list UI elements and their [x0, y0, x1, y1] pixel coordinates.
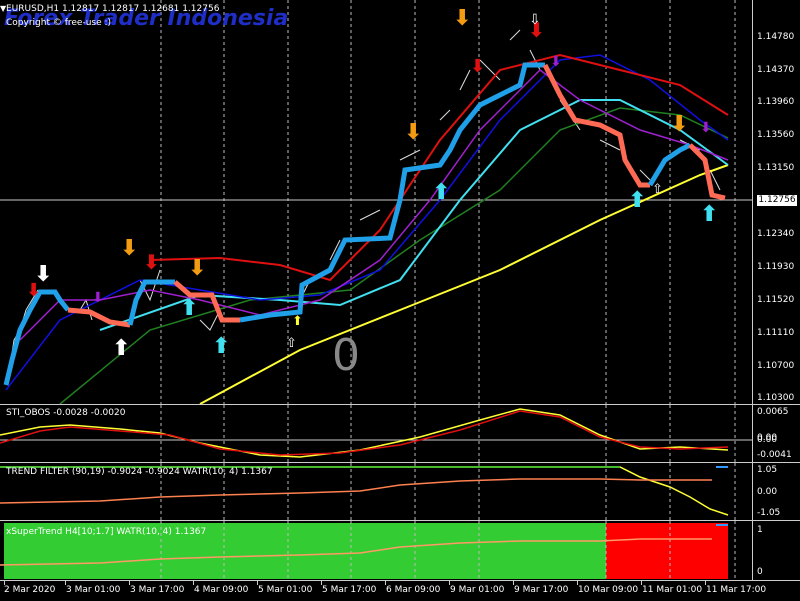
arrow-up-icon: ⬆ [212, 334, 231, 359]
arrow-down-icon: ⬇ [92, 290, 104, 306]
scale-label: -1.05 [757, 508, 781, 518]
sti-obos-pane[interactable]: STI_OBOS -0.0028 -0.0020 [0, 404, 752, 463]
price-label: 1.14370 [757, 65, 795, 75]
arrow-down-icon: ⬇ [700, 120, 712, 136]
price-label: 1.10300 [757, 393, 795, 403]
price-label: 1.13150 [757, 163, 795, 173]
arrow-down-icon: ⬇ [550, 54, 562, 70]
price-label: 1.11110 [757, 328, 795, 338]
price-label: 1.12340 [757, 229, 795, 239]
arrow-down-icon: ⇩ [529, 12, 541, 28]
ma-green-line [59, 107, 729, 404]
time-label: 9 Mar 17:00 [514, 585, 569, 595]
scale-label: 0.0065 [757, 407, 789, 417]
arrow-down-icon: ⬇ [470, 56, 486, 77]
zero-label: 0 [332, 330, 360, 381]
arrow-up-icon: ⇧ [286, 336, 297, 351]
stairs-down-line [67, 307, 131, 328]
time-label: 10 Mar 09:00 [578, 585, 639, 595]
price-label: 1.11520 [757, 295, 795, 305]
price-label: 1.11930 [757, 262, 795, 272]
arrow-down-icon: ⬇ [143, 250, 160, 274]
stairs-up-line [3, 289, 70, 386]
scale-label: 0 [757, 567, 763, 577]
watr-line [0, 478, 712, 504]
time-label: 11 Mar 01:00 [642, 585, 703, 595]
time-axis[interactable]: 2 Mar 2020 3 Mar 01:00 3 Mar 17:00 4 Mar… [0, 580, 800, 601]
time-label: 3 Mar 17:00 [130, 585, 185, 595]
supertrend-title: xSuperTrend H4[10;1.7] WATR(10, 4) 1.136… [6, 527, 207, 537]
arrow-up-icon: ⬆ [180, 296, 199, 321]
arrow-up-icon: ⬆ [112, 336, 131, 361]
main-chart-pane[interactable]: ⬇ ⬇ ⬇ ⬇ ⬇ ⬇ ⬆ ⬆ ⬆ ⬆ ⇧ ⬇ ⬆ ⬇ ⬇ ⬇ ⇩ ⬇ ⬆ ⇧ … [0, 0, 752, 404]
arrow-up-icon: ⬆ [628, 188, 647, 213]
trend-filter-pane[interactable]: TREND FILTER (90,19) -0.9024 -0.9024 WAT… [0, 462, 752, 521]
price-label: 1.13960 [757, 97, 795, 107]
time-label: 3 Mar 01:00 [66, 585, 121, 595]
current-price-tag: 1.12756 [757, 195, 797, 206]
time-label: 5 Mar 01:00 [258, 585, 313, 595]
arrow-down-icon: ⬇ [120, 236, 139, 261]
price-label: 1.13560 [757, 130, 795, 140]
trend-filter-scale[interactable]: 1.05 0.00 -1.05 [752, 462, 800, 520]
arrow-down-icon: ⬇ [404, 120, 423, 145]
scale-label: 0.00 [757, 435, 778, 445]
time-label: 4 Mar 09:00 [194, 585, 249, 595]
arrow-up-icon: ⬆ [432, 180, 451, 205]
arrow-down-icon: ⬇ [188, 256, 207, 281]
arrow-down-icon: ⬇ [453, 6, 472, 31]
arrow-down-icon: ⬇ [670, 112, 689, 137]
price-label: 1.10700 [757, 361, 795, 371]
copyright-label: Copyright © free-use :) [6, 18, 112, 28]
ma-yellow-line [199, 164, 729, 404]
sti-obos-scale[interactable]: 0.0065 0.00 0.00 -0.0041 [752, 404, 800, 462]
arrow-up-icon: ⇧ [652, 182, 663, 197]
price-label: 1.14780 [757, 32, 795, 42]
time-label: 5 Mar 17:00 [322, 585, 377, 595]
chart-symbol-title: EURUSD,H1 1.12817 1.12817 1.12681 1.1275… [6, 4, 220, 14]
scale-label: 0.00 [757, 487, 778, 497]
scale-label: -0.0041 [757, 450, 792, 460]
scale-label: 1.05 [757, 465, 778, 475]
trend-filter-title: TREND FILTER (90,19) -0.9024 -0.9024 WAT… [6, 467, 273, 477]
supertrend-pane[interactable]: xSuperTrend H4[10;1.7] WATR(10, 4) 1.136… [0, 520, 752, 581]
time-label: 11 Mar 17:00 [706, 585, 767, 595]
time-label: 6 Mar 09:00 [386, 585, 441, 595]
supertrend-scale[interactable]: 1 0 [752, 520, 800, 580]
time-label: 2 Mar 2020 [4, 585, 56, 595]
arrow-down-icon: ⬇ [26, 280, 42, 301]
arrow-up-icon: ⬆ [700, 202, 719, 227]
dropdown-icon[interactable]: ▼ [0, 4, 6, 13]
arrow-up-icon: ⬆ [292, 314, 303, 329]
ma-purple-line [19, 69, 729, 341]
supertrend-watr-line [0, 538, 712, 566]
time-label: 9 Mar 01:00 [450, 585, 505, 595]
sti-obos-title: STI_OBOS -0.0028 -0.0020 [6, 408, 126, 418]
scale-label: 1 [757, 525, 763, 535]
